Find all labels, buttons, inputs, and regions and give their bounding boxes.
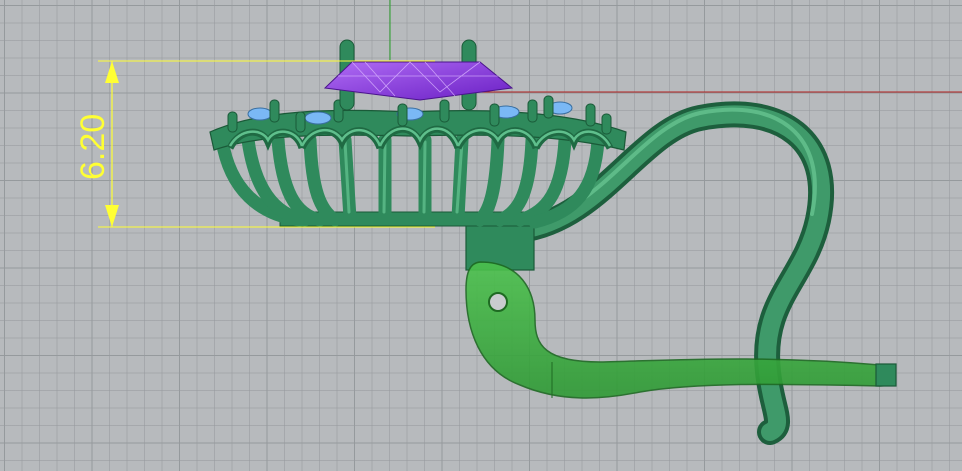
lever-back-clip[interactable] [465, 223, 897, 399]
ring-head-basket[interactable] [209, 109, 627, 229]
dimension-value: 6.20 [74, 114, 112, 180]
arrow-up-icon [105, 61, 119, 83]
front-viewport[interactable]: 6.20 [0, 0, 962, 471]
model-canvas[interactable]: 6.20 [0, 0, 962, 471]
hinge-hole [488, 292, 508, 312]
arrow-down-icon [105, 205, 119, 227]
